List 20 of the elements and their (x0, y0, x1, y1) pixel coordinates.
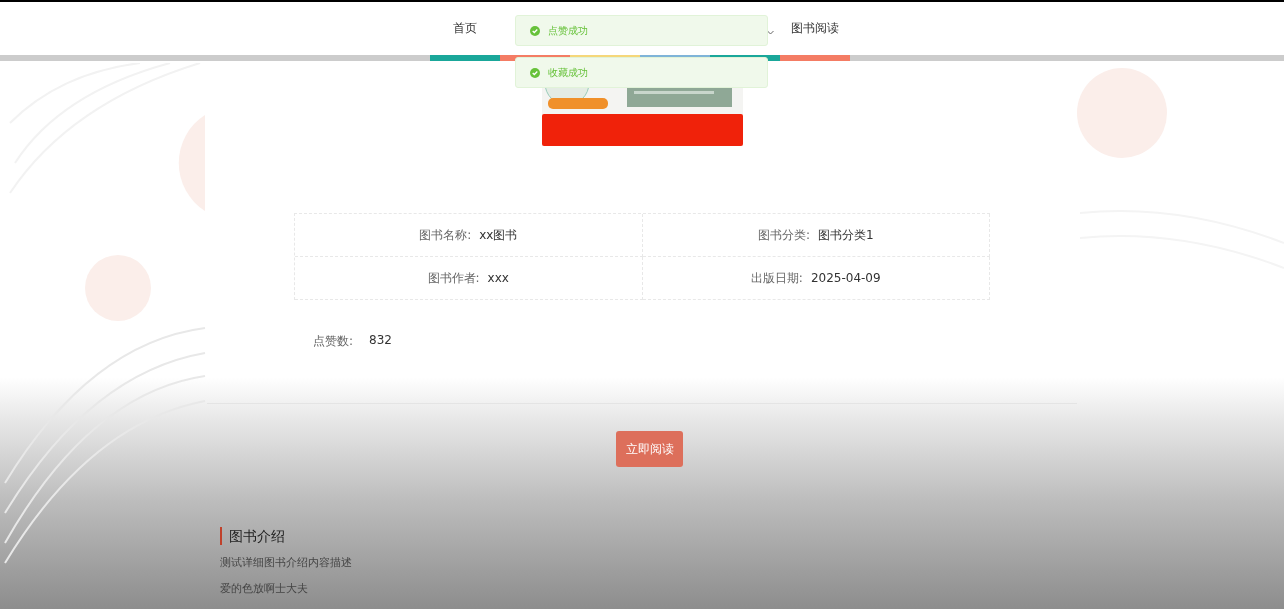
field-value: xx图书 (479, 226, 518, 244)
field-value: 图书分类1 (817, 226, 874, 244)
field-value: xxx (487, 271, 509, 285)
check-circle-icon (530, 25, 540, 36)
nav-link[interactable]: 首页 (453, 20, 477, 37)
field-label: 出版日期: (750, 269, 803, 287)
field-label: 图书名称: (419, 226, 472, 244)
field-value: 2025-04-09 (810, 271, 881, 285)
toast-message: 点赞成功 (548, 23, 588, 38)
intro-text: 爱的色放啊士大夫 (220, 581, 309, 597)
field-label: 图书分类: (757, 226, 810, 244)
caret-icon (767, 30, 774, 35)
section-title: 图书介绍 (220, 527, 352, 545)
check-circle-icon (530, 67, 540, 78)
toast-message: 收藏成功 (548, 65, 588, 80)
field-label: 图书作者: (427, 269, 480, 287)
nav-link[interactable]: 图书阅读 (791, 20, 839, 37)
likes-count: 832 (369, 333, 392, 349)
intro-text: 测试详细图书介绍内容描述 (220, 555, 352, 571)
likes-label: 点赞数: (313, 333, 354, 350)
